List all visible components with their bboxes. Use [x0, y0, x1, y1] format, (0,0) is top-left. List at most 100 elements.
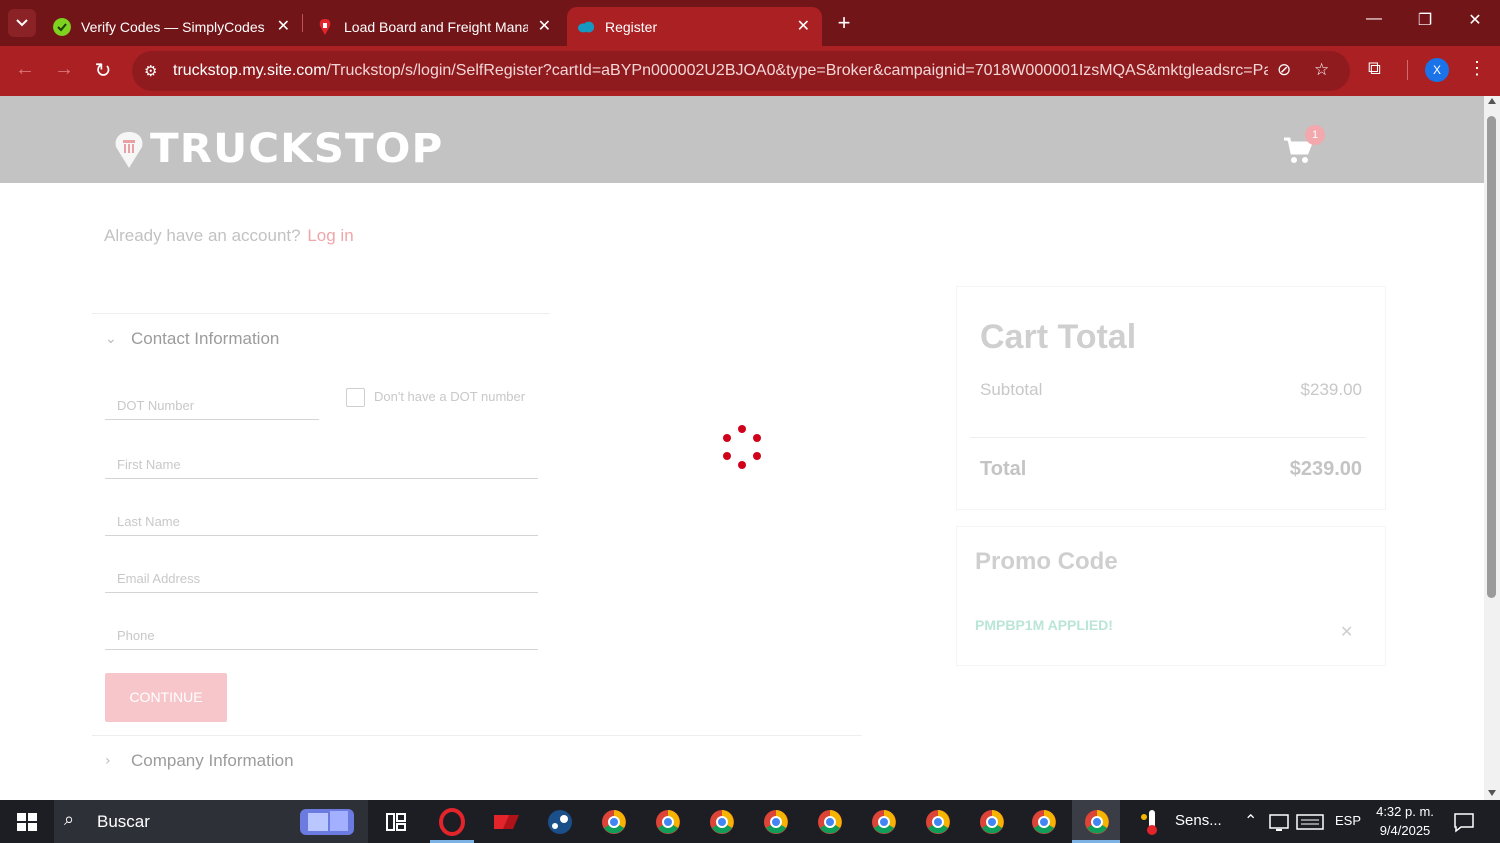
task-view-icon[interactable]: [381, 807, 411, 837]
chrome-profile-icon[interactable]: [869, 807, 899, 837]
close-window-icon[interactable]: ✕: [1460, 10, 1490, 30]
dot-number-input[interactable]: DOT Number: [105, 386, 319, 420]
address-bar[interactable]: ⚙ truckstop.my.site.com/Truckstop/s/logi…: [132, 51, 1350, 91]
url-host: truckstop.my.site.com: [173, 62, 327, 79]
reload-icon[interactable]: ↻: [90, 58, 116, 83]
tab-title: Verify Codes — SimplyCodes: [81, 18, 265, 35]
menu-kebab-icon[interactable]: ⋮: [1468, 58, 1486, 79]
minimize-icon[interactable]: —: [1359, 10, 1389, 28]
tray-overflow-chevron-icon[interactable]: ⌃: [1244, 811, 1257, 831]
login-prompt-text: Already have an account?: [104, 226, 301, 245]
network-icon[interactable]: [1268, 811, 1290, 833]
tab-separator: [302, 14, 303, 32]
browser-toolbar: ← → ↻ ⚙ truckstop.my.site.com/Truckstop/…: [0, 46, 1500, 96]
toolbar-divider: [1407, 60, 1408, 80]
salesforce-cloud-icon: [577, 21, 595, 32]
total-label: Total: [980, 458, 1027, 480]
section-divider: [92, 313, 550, 314]
weather-label[interactable]: Sens...: [1175, 812, 1222, 829]
chrome-profile-icon[interactable]: [653, 807, 683, 837]
clock-date: 9/4/2025: [1379, 823, 1431, 838]
close-tab-icon[interactable]: ✕: [277, 16, 290, 36]
extensions-icon[interactable]: ⧉: [1368, 58, 1381, 79]
phone-input[interactable]: Phone: [105, 616, 538, 650]
windows-taskbar: ⌕ Buscar Sens... ⌃ ESP 4:32 p. m. 9/4/20…: [0, 800, 1500, 843]
company-section-title: Company Information: [131, 751, 294, 770]
chrome-profile-icon[interactable]: [707, 807, 737, 837]
scroll-thumb[interactable]: [1487, 116, 1496, 598]
scroll-down-arrow-icon[interactable]: [1488, 790, 1496, 796]
login-link[interactable]: Log in: [307, 226, 353, 245]
chrome-profile-icon[interactable]: [923, 807, 953, 837]
url-path: /Truckstop/s/login/SelfRegister?cartId=a…: [326, 62, 1268, 79]
subtotal-label: Subtotal: [980, 380, 1043, 399]
chevron-down-icon: ⌄: [105, 331, 117, 347]
chrome-profile-icon[interactable]: [599, 807, 629, 837]
site-header: TRUCKSTOP 1: [0, 96, 1484, 183]
email-placeholder: Email Address: [117, 571, 201, 586]
game-launcher-icon[interactable]: [491, 807, 521, 837]
chrome-profile-icon[interactable]: [761, 807, 791, 837]
contact-section-header[interactable]: ⌄ Contact Information: [105, 329, 279, 349]
last-name-placeholder: Last Name: [117, 514, 180, 529]
first-name-placeholder: First Name: [117, 457, 181, 472]
page-scrollbar[interactable]: [1484, 96, 1500, 800]
last-name-input[interactable]: Last Name: [105, 502, 538, 536]
eye-slash-icon[interactable]: ⊘: [1277, 60, 1291, 80]
back-arrow-icon[interactable]: ←: [12, 58, 38, 81]
bookmark-star-icon[interactable]: ☆: [1314, 60, 1329, 80]
company-section-header[interactable]: › Company Information: [105, 751, 294, 771]
taskbar-clock[interactable]: 4:32 p. m. 9/4/2025: [1370, 802, 1440, 840]
phone-placeholder: Phone: [117, 628, 155, 643]
subtotal-value: $239.00: [1300, 380, 1362, 399]
cart-total-title: Cart Total: [980, 318, 1137, 356]
tab-title: Register: [605, 18, 658, 35]
email-input[interactable]: Email Address: [105, 559, 538, 593]
simplycodes-icon: [53, 17, 71, 36]
total-value: $239.00: [1289, 458, 1362, 480]
tab-simplycodes[interactable]: Verify Codes — SimplyCodes ✕: [40, 7, 302, 46]
clock-time: 4:32 p. m.: [1376, 804, 1434, 819]
close-tab-icon[interactable]: ✕: [797, 16, 810, 36]
taskbar-search-placeholder: Buscar: [97, 812, 150, 831]
dot-number-placeholder: DOT Number: [117, 398, 195, 413]
forward-arrow-icon[interactable]: →: [51, 58, 77, 81]
steam-icon[interactable]: [545, 807, 575, 837]
notifications-icon[interactable]: [1452, 811, 1476, 833]
site-info-icon[interactable]: ⚙: [144, 62, 157, 80]
chrome-profile-icon[interactable]: [977, 807, 1007, 837]
profile-avatar[interactable]: X: [1425, 58, 1449, 82]
login-prompt: Already have an account? Log in: [104, 226, 354, 246]
keyboard-icon[interactable]: [1296, 811, 1324, 833]
chrome-profile-icon[interactable]: [815, 807, 845, 837]
no-dot-checkbox[interactable]: [346, 388, 365, 407]
site-logo-text[interactable]: TRUCKSTOP: [150, 126, 443, 172]
promo-code-title: Promo Code: [975, 548, 1118, 575]
scroll-up-arrow-icon[interactable]: [1488, 98, 1496, 104]
browser-tab-bar: Verify Codes — SimplyCodes ✕ Load Board …: [0, 0, 1500, 46]
thermometer-icon[interactable]: [1140, 807, 1164, 837]
tab-search-button[interactable]: [8, 9, 36, 37]
truckstop-logo-icon[interactable]: [113, 131, 145, 169]
loading-spinner-icon: [723, 425, 761, 469]
truckstop-icon: [319, 18, 331, 35]
search-icon: ⌕: [64, 809, 75, 829]
tab-register[interactable]: Register ✕: [567, 7, 822, 46]
tab-truckstop-load-board[interactable]: Load Board and Freight Manag ✕: [305, 7, 563, 46]
restore-icon[interactable]: ❐: [1410, 10, 1440, 30]
url-text[interactable]: truckstop.my.site.com/Truckstop/s/login/…: [173, 62, 1268, 80]
language-indicator[interactable]: ESP: [1335, 813, 1361, 828]
continue-button[interactable]: CONTINUE: [105, 673, 227, 722]
close-tab-icon[interactable]: ✕: [538, 16, 551, 36]
section-divider: [92, 735, 862, 736]
first-name-input[interactable]: First Name: [105, 445, 538, 479]
chrome-profile-icon[interactable]: [1029, 807, 1059, 837]
cart-count-badge: 1: [1305, 125, 1325, 145]
opera-icon[interactable]: [437, 807, 467, 837]
no-dot-label: Don't have a DOT number: [374, 389, 526, 404]
new-tab-button[interactable]: +: [832, 10, 856, 36]
windows-start-icon[interactable]: [17, 813, 37, 831]
remove-promo-icon[interactable]: ✕: [1340, 622, 1353, 641]
promo-code-card: [956, 526, 1386, 666]
chrome-active-icon[interactable]: [1082, 807, 1112, 837]
